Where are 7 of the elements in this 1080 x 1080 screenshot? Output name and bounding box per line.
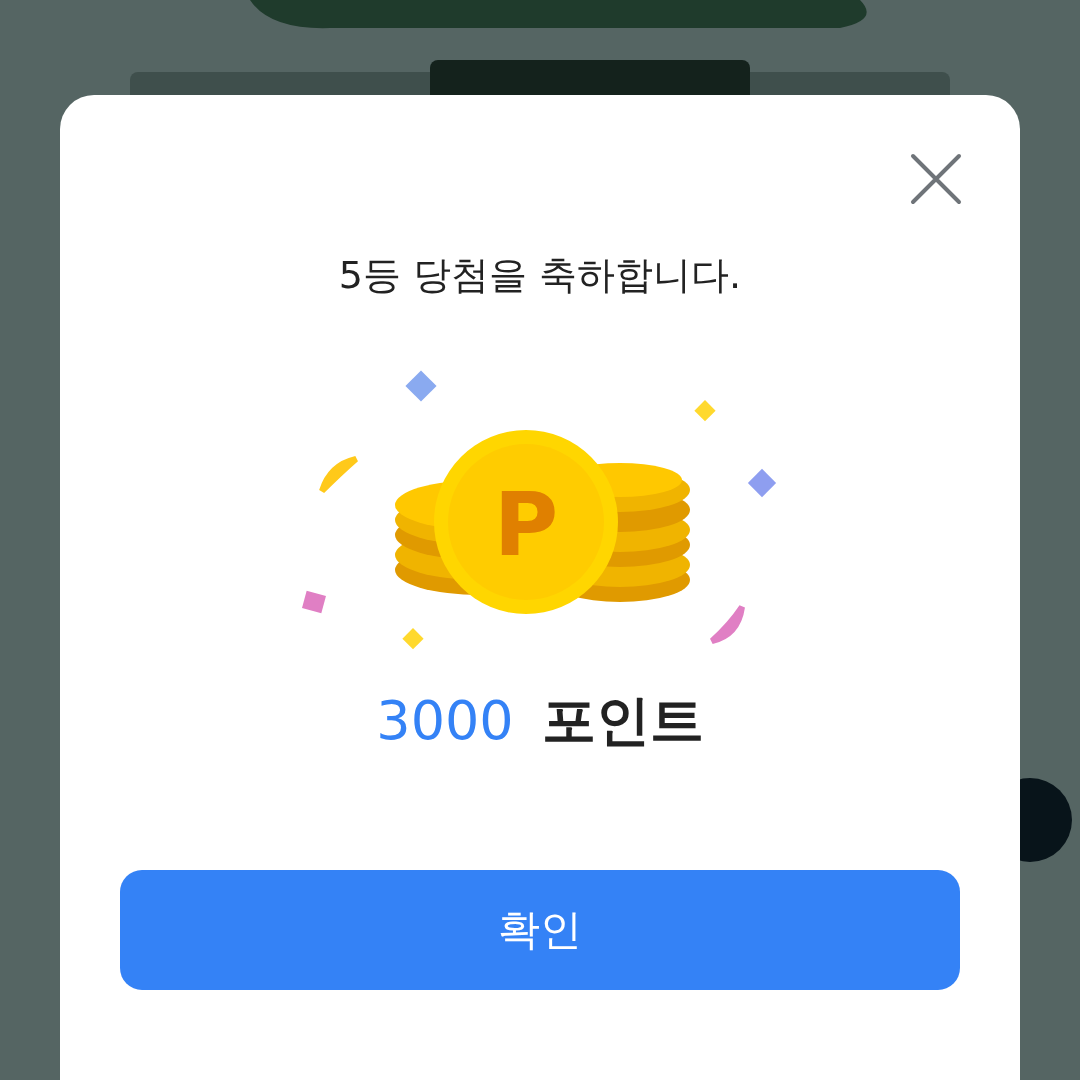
- point-unit: 포인트: [541, 687, 704, 754]
- close-icon: [910, 153, 962, 205]
- close-button[interactable]: [910, 153, 962, 205]
- coins-drawing: P: [290, 354, 790, 665]
- dialog-title: 5등 당첨을 축하합니다.: [338, 253, 742, 299]
- confirm-button[interactable]: 확인: [120, 869, 960, 990]
- point-amount: 3000: [376, 688, 514, 752]
